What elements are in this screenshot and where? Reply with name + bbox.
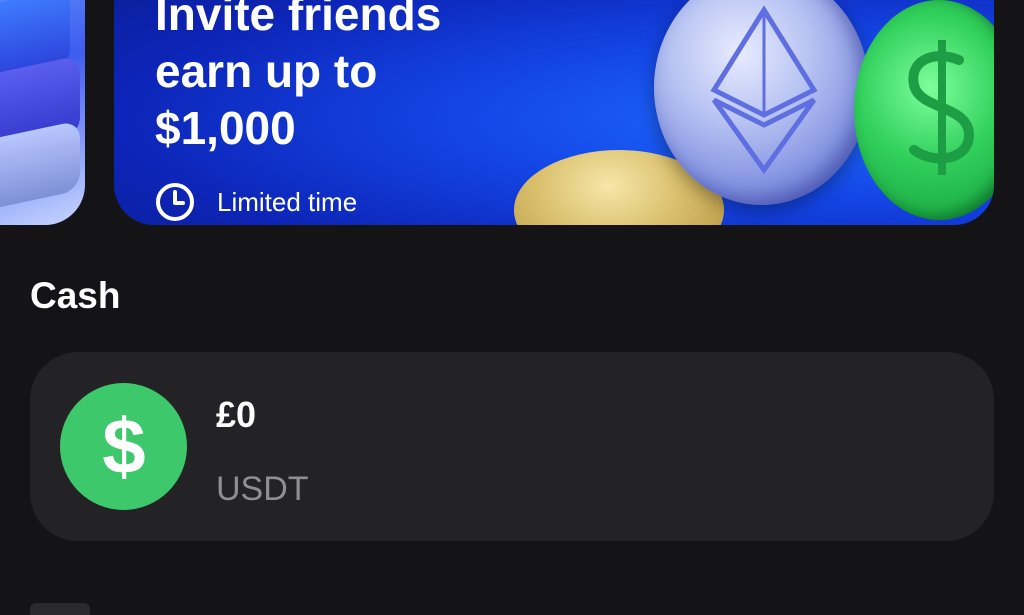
next-section-title-peek [30,603,180,615]
dollar-glyph [908,40,975,175]
promo-title: Invite friends earn up to $1,000 [155,0,442,154]
ethereum-glyph [710,5,818,175]
promo-banner-invite-friends[interactable]: Invite friends earn up to $1,000 Limited… [114,0,994,225]
limited-time-badge: Limited time [155,182,357,222]
dollar-sign-glyph: $ [102,407,145,487]
svg-text:$: $ [102,407,145,487]
limited-time-label: Limited time [217,186,358,217]
clock-icon [156,183,194,221]
cash-amount: £0 [216,394,257,435]
wallet-screen: Invite friends earn up to $1,000 Limited… [0,0,1024,615]
cash-section-title: Cash [30,275,121,316]
cash-balance-card[interactable]: $ £0 USDT [30,352,994,541]
cash-currency: USDT [216,470,309,508]
promo-graphic-layer [0,120,80,220]
dollar-icon: $ [60,383,187,510]
green-coin-icon [854,0,994,220]
ethereum-coin-icon [654,0,869,205]
promo-card-previous[interactable] [0,0,85,225]
